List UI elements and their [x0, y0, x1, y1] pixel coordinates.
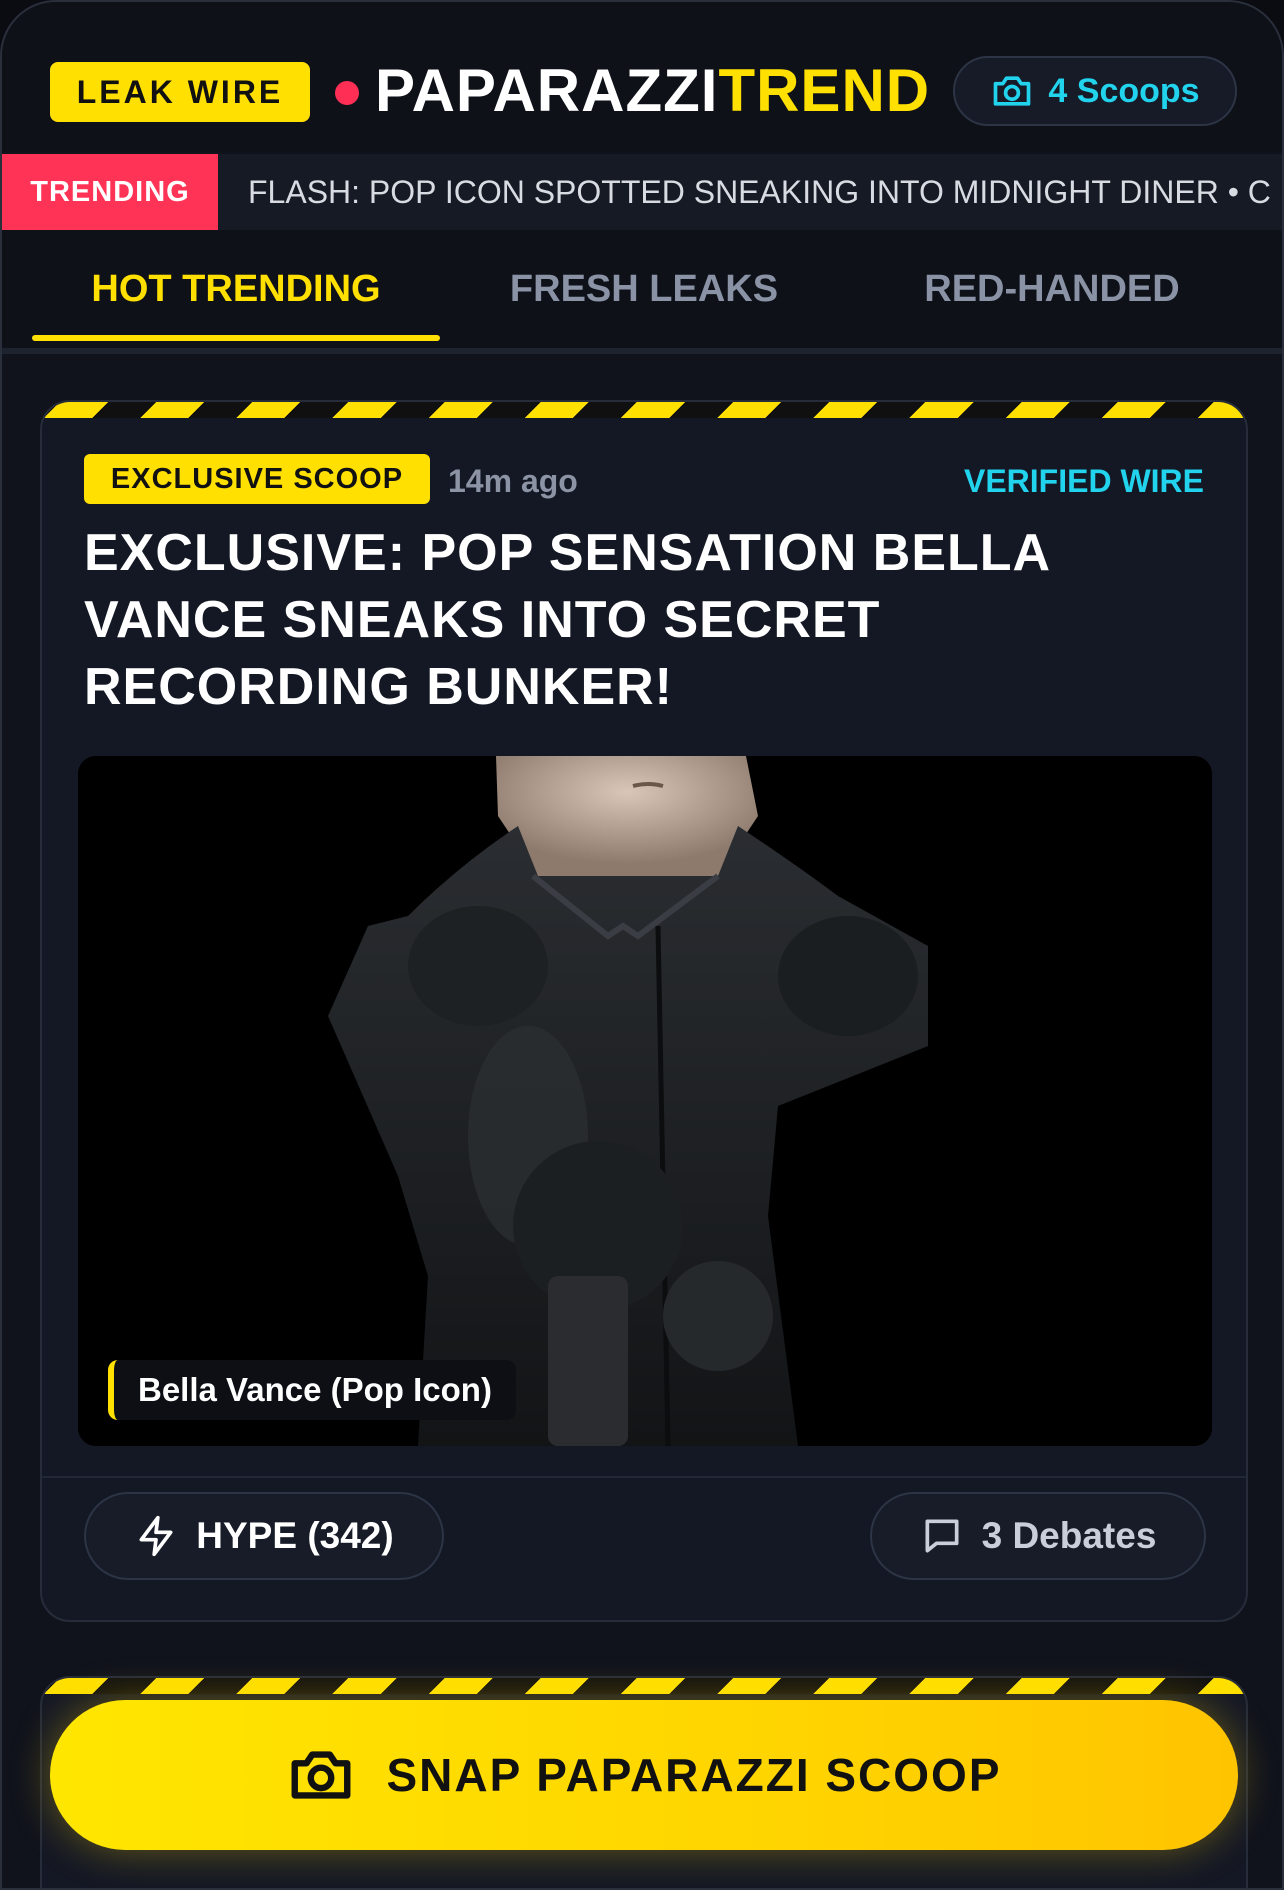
tab-red-handed[interactable]: RED-HANDED — [848, 230, 1256, 348]
live-indicator-dot — [335, 81, 359, 105]
snap-scoop-button[interactable]: SNAP PAPARAZZI SCOOP — [50, 1700, 1238, 1850]
ticker-label: TRENDING — [2, 154, 218, 230]
brand-logo[interactable]: PAPARAZZITREND — [375, 56, 930, 126]
scoops-label: 4 Scoops — [1048, 71, 1200, 110]
tab-hot-trending[interactable]: HOT TRENDING — [32, 230, 440, 348]
scoops-counter-button[interactable]: 4 Scoops — [953, 56, 1237, 126]
snap-scoop-label: SNAP PAPARAZZI SCOOP — [386, 1749, 1002, 1801]
scoop-card[interactable]: EXCLUSIVE SCOOP 14m ago VERIFIED WIRE EX… — [40, 400, 1248, 1622]
hooded-figure-image — [78, 756, 1212, 1446]
card-divider — [42, 1476, 1246, 1478]
hype-label: HYPE (342) — [196, 1515, 394, 1556]
active-tab-indicator — [32, 335, 440, 341]
hazard-stripe — [42, 402, 1246, 418]
comment-icon — [925, 1519, 959, 1553]
leak-wire-badge: LEAK WIRE — [50, 62, 310, 122]
post-time: 14m ago — [448, 463, 578, 499]
trending-ticker[interactable]: TRENDING FLASH: POP ICON SPOTTED SNEAKIN… — [2, 154, 1282, 230]
verified-source: VERIFIED WIRE — [963, 463, 1204, 499]
brand-part-2: TREND — [718, 57, 931, 124]
debates-button[interactable]: 3 Debates — [870, 1492, 1206, 1580]
camera-icon — [291, 1751, 351, 1799]
post-photo[interactable]: Bella Vance (Pop Icon) — [78, 756, 1212, 1446]
exclusive-tag: EXCLUSIVE SCOOP — [84, 454, 430, 504]
photo-caption: Bella Vance (Pop Icon) — [108, 1360, 516, 1420]
app-header: LEAK WIRE PAPARAZZITREND 4 Scoops — [2, 2, 1282, 152]
camera-icon — [994, 76, 1031, 106]
debates-label: 3 Debates — [981, 1515, 1157, 1556]
app-screen: LEAK WIRE PAPARAZZITREND 4 Scoops TRENDI… — [0, 0, 1284, 1890]
hype-button[interactable]: HYPE (342) — [84, 1492, 444, 1580]
hazard-stripe — [42, 1678, 1246, 1694]
lightning-icon — [139, 1515, 173, 1557]
brand-part-1: PAPARAZZI — [375, 57, 719, 124]
post-headline[interactable]: EXCLUSIVE: POP SENSATION BELLA VANCE SNE… — [84, 520, 1204, 721]
tab-fresh-leaks[interactable]: FRESH LEAKS — [440, 230, 848, 348]
ticker-text: FLASH: POP ICON SPOTTED SNEAKING INTO MI… — [248, 174, 1271, 210]
